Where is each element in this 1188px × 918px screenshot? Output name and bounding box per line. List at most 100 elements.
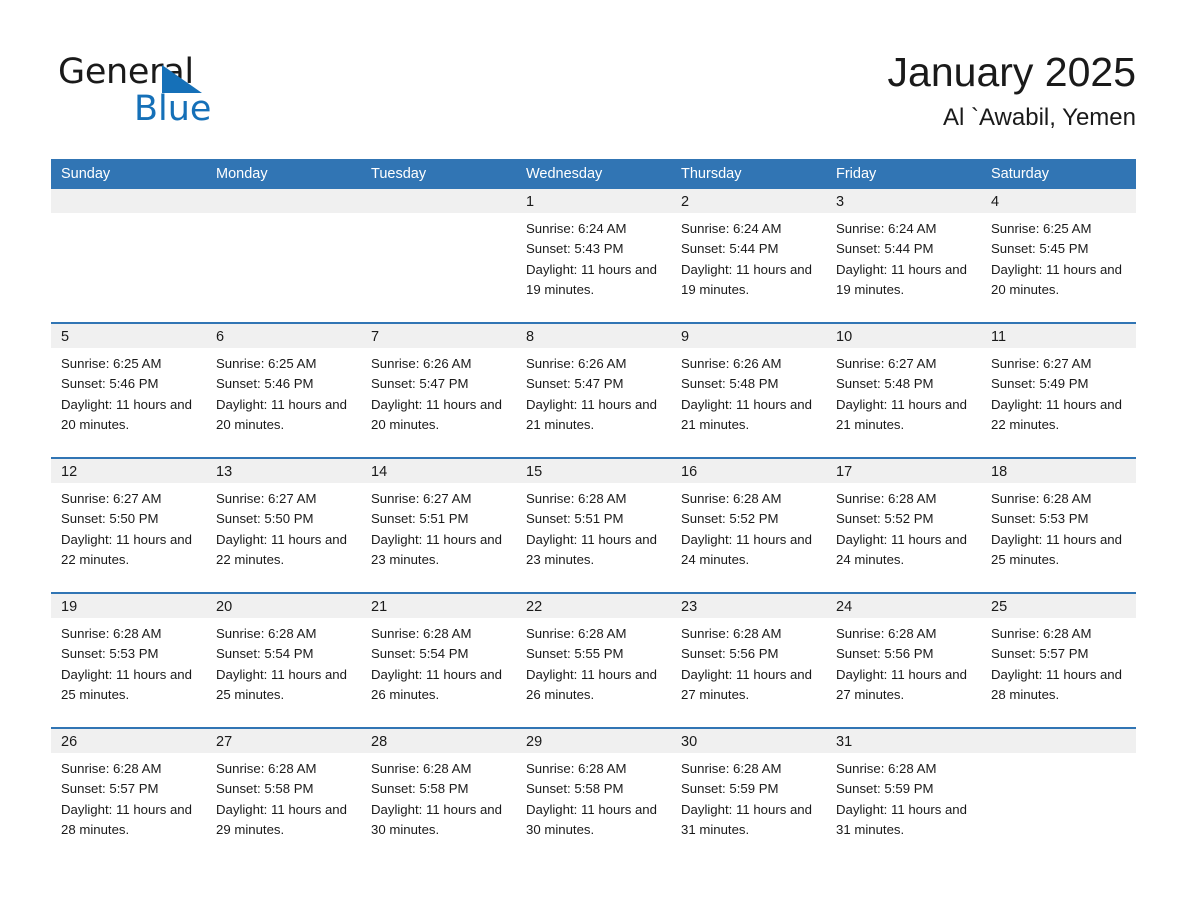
day-number: 8	[516, 324, 671, 348]
day-details: Sunrise: 6:24 AM Sunset: 5:44 PM Daylight:…	[671, 213, 826, 300]
day-cell-content: 12 Sunrise: 6:27 AM Sunset: 5:50 PM Dayligh…	[51, 459, 206, 592]
sunrise-text: Sunrise: 6:26 AM	[681, 356, 782, 371]
calendar-day-cell[interactable]: 4 Sunrise: 6:25 AM Sunset: 5:45 PM Daylight…	[981, 189, 1136, 323]
day-number: 22	[516, 594, 671, 618]
calendar-day-cell[interactable]: 10 Sunrise: 6:27 AM Sunset: 5:48 PM Dayligh…	[826, 322, 981, 458]
sunrise-text: Sunrise: 6:25 AM	[61, 356, 162, 371]
day-number: 7	[361, 324, 516, 348]
day-number: 27	[206, 729, 361, 753]
day-number: 3	[826, 189, 981, 213]
day-number: 29	[516, 729, 671, 753]
sunset-text: Sunset: 5:43 PM	[526, 241, 624, 257]
calendar-day-cell[interactable]: 15 Sunrise: 6:28 AM Sunset: 5:51 PM Dayligh…	[516, 457, 671, 593]
calendar-day-cell[interactable]: 21 Sunrise: 6:28 AM Sunset: 5:54 PM Dayligh…	[361, 592, 516, 728]
calendar-day-cell[interactable]: 5 Sunrise: 6:25 AM Sunset: 5:46 PM Daylight…	[51, 322, 206, 458]
calendar-day-cell[interactable]: 16 Sunrise: 6:28 AM Sunset: 5:52 PM Dayligh…	[671, 457, 826, 593]
day-cell-content: 15 Sunrise: 6:28 AM Sunset: 5:51 PM Dayligh…	[516, 459, 671, 592]
day-cell-content: 25 Sunrise: 6:28 AM Sunset: 5:57 PM Dayligh…	[981, 594, 1136, 727]
daylight-text: Daylight: 11 hours and 30 minutes.	[526, 801, 657, 837]
day-cell-content: 9 Sunrise: 6:26 AM Sunset: 5:48 PM Daylight…	[671, 324, 826, 457]
title-block: January 2025 Al `Awabil, Yemen	[888, 44, 1136, 134]
sunset-text: Sunset: 5:49 PM	[991, 376, 1089, 392]
calendar-day-cell[interactable]: 8 Sunrise: 6:26 AM Sunset: 5:47 PM Daylight…	[516, 322, 671, 458]
day-details: Sunrise: 6:28 AM Sunset: 5:58 PM Daylight:…	[516, 753, 671, 840]
day-cell-content: 30 Sunrise: 6:28 AM Sunset: 5:59 PM Dayligh…	[671, 729, 826, 862]
calendar-day-cell[interactable]: 17 Sunrise: 6:28 AM Sunset: 5:52 PM Dayligh…	[826, 457, 981, 593]
sunset-text: Sunset: 5:54 PM	[371, 646, 469, 662]
calendar-day-cell[interactable]: 30 Sunrise: 6:28 AM Sunset: 5:59 PM Dayligh…	[671, 727, 826, 862]
sunset-text: Sunset: 5:59 PM	[681, 781, 779, 797]
calendar-day-cell[interactable]: 3 Sunrise: 6:24 AM Sunset: 5:44 PM Daylight…	[826, 189, 981, 323]
day-number: 17	[826, 459, 981, 483]
day-cell-content	[51, 189, 206, 322]
calendar-day-cell[interactable]: 19 Sunrise: 6:28 AM Sunset: 5:53 PM Dayligh…	[51, 592, 206, 728]
day-details: Sunrise: 6:27 AM Sunset: 5:48 PM Daylight:…	[826, 348, 981, 435]
daylight-text: Daylight: 11 hours and 20 minutes.	[61, 396, 192, 432]
sunset-text: Sunset: 5:47 PM	[371, 376, 469, 392]
day-number: 9	[671, 324, 826, 348]
day-cell-content: 21 Sunrise: 6:28 AM Sunset: 5:54 PM Dayligh…	[361, 594, 516, 727]
day-cell-content: 7 Sunrise: 6:26 AM Sunset: 5:47 PM Daylight…	[361, 324, 516, 457]
calendar-table: Sunday Monday Tuesday Wednesday Thursday…	[51, 159, 1136, 862]
calendar-day-cell[interactable]: 12 Sunrise: 6:27 AM Sunset: 5:50 PM Dayligh…	[51, 457, 206, 593]
calendar-day-cell[interactable]: 9 Sunrise: 6:26 AM Sunset: 5:48 PM Daylight…	[671, 322, 826, 458]
day-cell-content: 6 Sunrise: 6:25 AM Sunset: 5:46 PM Daylight…	[206, 324, 361, 457]
day-cell-content: 22 Sunrise: 6:28 AM Sunset: 5:55 PM Dayligh…	[516, 594, 671, 727]
calendar-day-cell[interactable]: 20 Sunrise: 6:28 AM Sunset: 5:54 PM Dayligh…	[206, 592, 361, 728]
day-details: Sunrise: 6:28 AM Sunset: 5:57 PM Daylight:…	[981, 618, 1136, 705]
day-number: 5	[51, 324, 206, 348]
calendar-day-cell[interactable]: 25 Sunrise: 6:28 AM Sunset: 5:57 PM Dayligh…	[981, 592, 1136, 728]
daylight-text: Daylight: 11 hours and 30 minutes.	[371, 801, 502, 837]
calendar-week-row: 12 Sunrise: 6:27 AM Sunset: 5:50 PM Dayligh…	[51, 457, 1136, 593]
day-details: Sunrise: 6:27 AM Sunset: 5:51 PM Daylight:…	[361, 483, 516, 570]
day-details: Sunrise: 6:28 AM Sunset: 5:53 PM Daylight:…	[981, 483, 1136, 570]
calendar-day-cell[interactable]: 23 Sunrise: 6:28 AM Sunset: 5:56 PM Dayligh…	[671, 592, 826, 728]
calendar-day-cell[interactable]: 28 Sunrise: 6:28 AM Sunset: 5:58 PM Dayligh…	[361, 727, 516, 862]
calendar-day-cell[interactable]: 7 Sunrise: 6:26 AM Sunset: 5:47 PM Daylight…	[361, 322, 516, 458]
day-cell-content: 16 Sunrise: 6:28 AM Sunset: 5:52 PM Dayligh…	[671, 459, 826, 592]
calendar-day-cell[interactable]: 22 Sunrise: 6:28 AM Sunset: 5:55 PM Dayligh…	[516, 592, 671, 728]
sunrise-text: Sunrise: 6:28 AM	[61, 626, 162, 641]
calendar-day-cell[interactable]: 14 Sunrise: 6:27 AM Sunset: 5:51 PM Dayligh…	[361, 457, 516, 593]
daylight-text: Daylight: 11 hours and 29 minutes.	[216, 801, 347, 837]
calendar-day-cell[interactable]: 26 Sunrise: 6:28 AM Sunset: 5:57 PM Dayligh…	[51, 727, 206, 862]
calendar-day-cell[interactable]: 18 Sunrise: 6:28 AM Sunset: 5:53 PM Dayligh…	[981, 457, 1136, 593]
generalblue-logo[interactable]: General Blue	[58, 52, 308, 132]
daylight-text: Daylight: 11 hours and 28 minutes.	[61, 801, 192, 837]
sunrise-text: Sunrise: 6:27 AM	[216, 491, 317, 506]
day-details: Sunrise: 6:27 AM Sunset: 5:50 PM Daylight:…	[51, 483, 206, 570]
calendar-day-cell[interactable]: 11 Sunrise: 6:27 AM Sunset: 5:49 PM Dayligh…	[981, 322, 1136, 458]
daylight-text: Daylight: 11 hours and 28 minutes.	[991, 666, 1122, 702]
daylight-text: Daylight: 11 hours and 27 minutes.	[681, 666, 812, 702]
day-details: Sunrise: 6:24 AM Sunset: 5:44 PM Daylight:…	[826, 213, 981, 300]
calendar-day-cell[interactable]: 31 Sunrise: 6:28 AM Sunset: 5:59 PM Dayligh…	[826, 727, 981, 862]
day-number: 15	[516, 459, 671, 483]
calendar-day-cell[interactable]: 29 Sunrise: 6:28 AM Sunset: 5:58 PM Dayligh…	[516, 727, 671, 862]
day-number: 1	[516, 189, 671, 213]
day-cell-content: 23 Sunrise: 6:28 AM Sunset: 5:56 PM Dayligh…	[671, 594, 826, 727]
day-details: Sunrise: 6:26 AM Sunset: 5:47 PM Daylight:…	[361, 348, 516, 435]
daylight-text: Daylight: 11 hours and 24 minutes.	[836, 531, 967, 567]
calendar-day-cell[interactable]: 27 Sunrise: 6:28 AM Sunset: 5:58 PM Dayligh…	[206, 727, 361, 862]
sunrise-text: Sunrise: 6:28 AM	[991, 491, 1092, 506]
sunset-text: Sunset: 5:51 PM	[526, 511, 624, 527]
calendar-day-cell[interactable]: 13 Sunrise: 6:27 AM Sunset: 5:50 PM Dayligh…	[206, 457, 361, 593]
sunrise-text: Sunrise: 6:25 AM	[216, 356, 317, 371]
day-details: Sunrise: 6:28 AM Sunset: 5:52 PM Daylight:…	[671, 483, 826, 570]
calendar-day-cell	[51, 189, 206, 323]
calendar-day-cell[interactable]: 1 Sunrise: 6:24 AM Sunset: 5:43 PM Daylight…	[516, 189, 671, 323]
calendar-day-cell[interactable]: 2 Sunrise: 6:24 AM Sunset: 5:44 PM Daylight…	[671, 189, 826, 323]
daylight-text: Daylight: 11 hours and 23 minutes.	[526, 531, 657, 567]
sunset-text: Sunset: 5:45 PM	[991, 241, 1089, 257]
day-number: 13	[206, 459, 361, 483]
sunrise-text: Sunrise: 6:28 AM	[681, 626, 782, 641]
day-cell-content: 11 Sunrise: 6:27 AM Sunset: 5:49 PM Dayligh…	[981, 324, 1136, 457]
day-number: 20	[206, 594, 361, 618]
day-number: 24	[826, 594, 981, 618]
day-cell-content: 4 Sunrise: 6:25 AM Sunset: 5:45 PM Daylight…	[981, 189, 1136, 322]
calendar-day-cell[interactable]: 6 Sunrise: 6:25 AM Sunset: 5:46 PM Daylight…	[206, 322, 361, 458]
calendar-day-cell[interactable]: 24 Sunrise: 6:28 AM Sunset: 5:56 PM Dayligh…	[826, 592, 981, 728]
day-cell-content: 26 Sunrise: 6:28 AM Sunset: 5:57 PM Dayligh…	[51, 729, 206, 862]
weekday-header-saturday: Saturday	[981, 159, 1136, 189]
calendar-header-row: Sunday Monday Tuesday Wednesday Thursday…	[51, 159, 1136, 189]
